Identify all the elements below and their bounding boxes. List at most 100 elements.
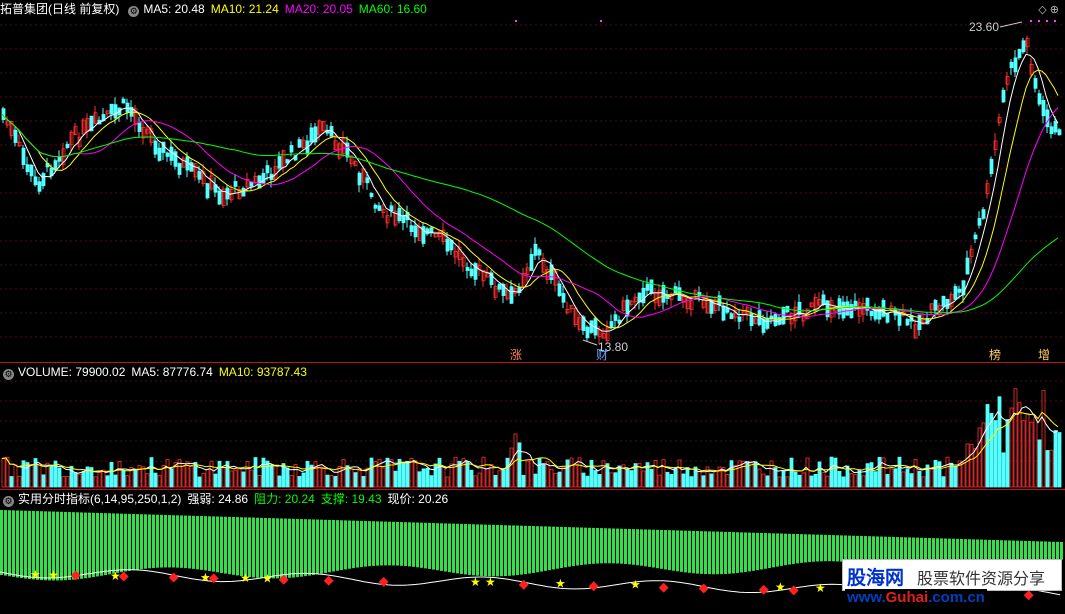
indicator-bar	[844, 535, 847, 562]
volume-bar	[109, 462, 114, 488]
volume-bar	[149, 457, 154, 488]
volume-chart[interactable]	[0, 363, 1065, 489]
indicator-bar	[796, 534, 799, 564]
indicator-bar	[132, 513, 135, 571]
volume-bar	[749, 462, 754, 488]
volume-bar	[665, 471, 670, 488]
volume-bar	[141, 466, 146, 488]
indicator-bar	[256, 517, 259, 578]
candle-body	[373, 204, 378, 209]
volume-bar	[269, 464, 274, 488]
volume-bar	[625, 468, 630, 488]
ma20-label: MA20: 20.05	[284, 2, 353, 16]
indicator-bar	[444, 523, 447, 572]
volume-bar	[545, 461, 550, 488]
indicator-bar	[364, 520, 367, 567]
candle-body	[21, 147, 26, 165]
volume-bar	[961, 462, 966, 488]
indicator-bar	[832, 535, 835, 562]
volume-bar	[81, 471, 86, 488]
indicator-bar	[752, 532, 755, 571]
indicator-bar	[1028, 541, 1031, 560]
indicator-bar	[272, 518, 275, 579]
indicator-bar	[228, 516, 231, 575]
volume-bar	[757, 468, 762, 488]
volume-bar	[785, 476, 790, 488]
candle-body	[873, 309, 878, 320]
expand-icon[interactable]: ⊕	[1050, 4, 1059, 16]
candle-body	[297, 139, 302, 148]
volume-bar	[229, 470, 234, 488]
indicator-bar	[376, 521, 379, 566]
diamond-icon[interactable]: ◇	[1038, 4, 1046, 16]
volume-bar	[181, 466, 186, 488]
volume-bar	[277, 475, 282, 488]
indicator-bar	[12, 510, 15, 577]
indicator-bar	[144, 514, 147, 569]
indicator-bar	[196, 515, 199, 570]
indicator-bar	[336, 520, 339, 571]
volume-bar	[121, 470, 126, 488]
candle-body	[765, 317, 770, 329]
volume-bar	[581, 472, 586, 488]
volume-bar	[817, 461, 822, 488]
indicator-bar	[232, 517, 235, 575]
indicator-bar	[308, 519, 311, 576]
price-panel[interactable]: 拓普集团(日线 前复权) ⚙ MA5: 20.48 MA10: 21.24 MA20: …	[0, 0, 1065, 362]
indicator-bar	[180, 515, 183, 568]
indicator-settings-icon[interactable]: ⚙	[3, 496, 14, 507]
indicator-bar	[788, 533, 791, 565]
volume-bar	[797, 474, 802, 488]
volume-settings-icon[interactable]: ⚙	[3, 369, 14, 380]
indicator-bar	[184, 515, 187, 569]
candle-body	[33, 176, 38, 186]
indicator-bar	[556, 526, 559, 569]
indicator-bar	[664, 530, 667, 570]
indicator-bar	[1052, 541, 1055, 560]
candle-body	[1057, 129, 1062, 136]
candle-body	[217, 190, 222, 205]
volume-bar	[557, 471, 562, 488]
volume-bar	[101, 469, 106, 488]
candle-body	[233, 181, 238, 187]
indicator-bar	[216, 516, 219, 573]
volume-bar	[685, 467, 690, 488]
volume-panel[interactable]: ⚙ VOLUME: 79900.02 MA5: 87776.74 MA10: 9378…	[0, 363, 1065, 489]
indicator-bar	[428, 522, 431, 569]
indicator-bar	[192, 515, 195, 569]
candle-body	[413, 225, 418, 238]
marker-zeng: 增	[1038, 348, 1051, 362]
indicator-bar	[520, 525, 523, 575]
indicator-bar	[596, 527, 599, 564]
indicator-bar	[612, 528, 615, 564]
ma5-label: MA5: 20.48	[143, 2, 205, 16]
volume-bar	[893, 468, 898, 488]
volume-bar	[285, 467, 290, 488]
candle-body	[717, 295, 722, 306]
buy-star: ★	[555, 576, 566, 590]
volume-bar	[761, 473, 766, 488]
indicator-bar	[644, 529, 647, 567]
indicator-bar	[792, 533, 795, 564]
volume-bar	[917, 470, 922, 488]
indicator-bar	[188, 515, 191, 569]
candle-body	[357, 172, 362, 186]
indicator-bar	[340, 520, 343, 571]
sell-marker	[588, 581, 599, 592]
indicator-bar	[652, 529, 655, 568]
indicator-bar	[544, 526, 547, 571]
indicator-bar	[804, 534, 807, 563]
candle-body	[957, 288, 962, 293]
indicator-bar	[756, 532, 759, 571]
volume-bar	[1021, 420, 1026, 488]
indicator-bar	[636, 529, 639, 566]
price-chart[interactable]	[0, 0, 1065, 362]
volume-bar	[1013, 388, 1018, 488]
indicator-bar	[476, 524, 479, 576]
volume-bar	[333, 476, 338, 488]
volume-bar	[213, 473, 218, 488]
candle-body	[309, 127, 314, 143]
settings-icon[interactable]: ⚙	[128, 6, 140, 17]
volume-bar	[501, 469, 506, 488]
volume-bar	[165, 459, 170, 488]
